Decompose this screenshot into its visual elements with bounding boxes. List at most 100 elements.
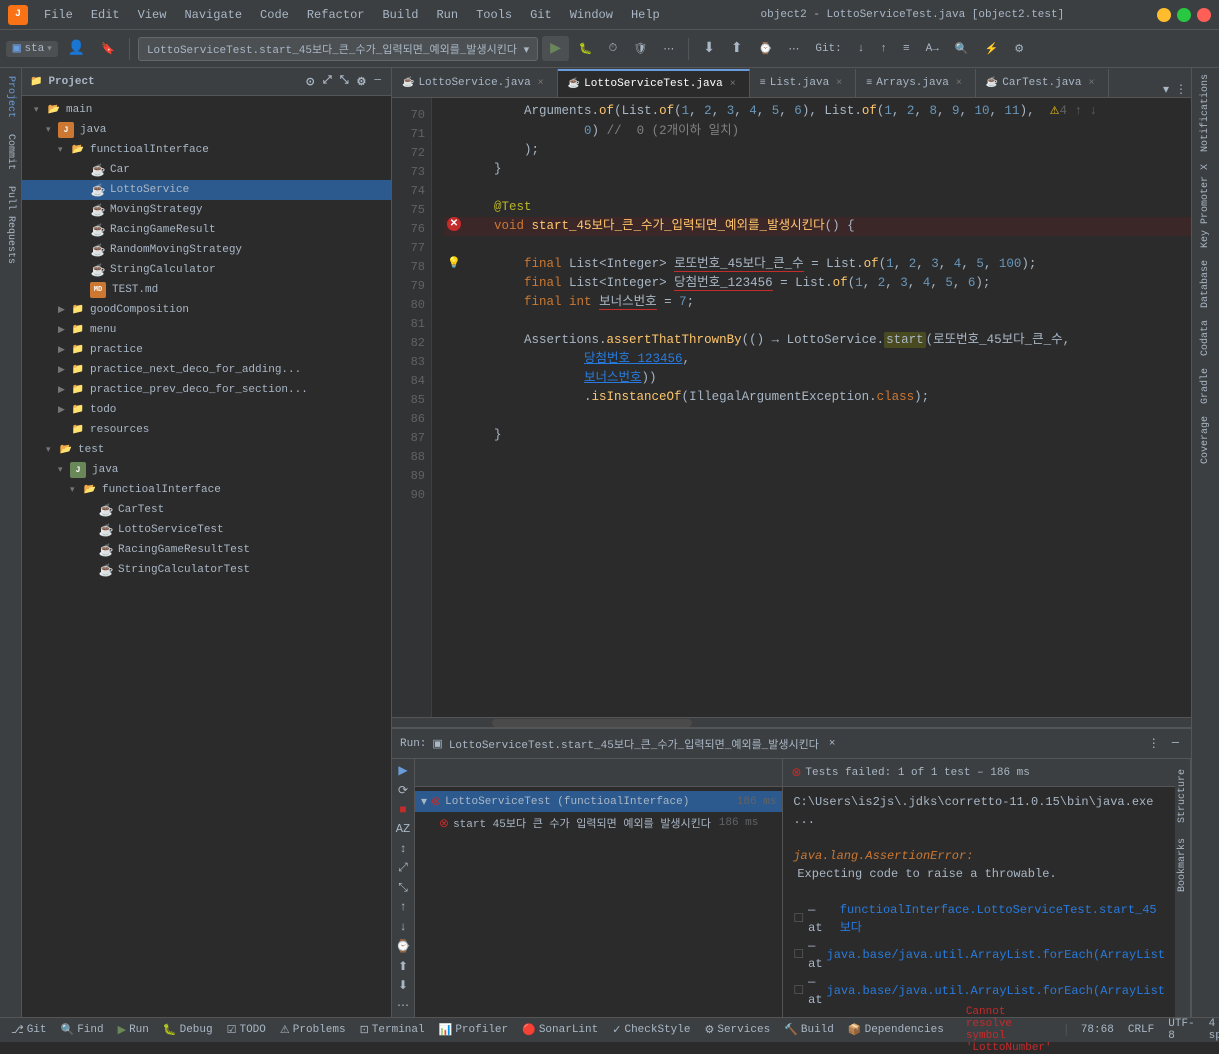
sb-profiler[interactable]: 📊 Profiler xyxy=(436,1023,512,1037)
tree-main[interactable]: ▾ 📂 main xyxy=(22,100,391,120)
tab-cartest-close[interactable]: × xyxy=(1086,77,1098,89)
sb-problems[interactable]: ⚠ Problems xyxy=(277,1023,349,1037)
sb-run[interactable]: ▶ Run xyxy=(115,1023,152,1037)
bookmarks-label[interactable]: Bookmarks xyxy=(1175,832,1190,898)
tree-stringcalctest[interactable]: ☕ StringCalculatorTest xyxy=(22,560,391,580)
menu-git[interactable]: Git xyxy=(522,5,560,25)
sb-spaces[interactable]: 4 spaces xyxy=(1206,1018,1219,1042)
run-more-icon[interactable]: ⋯ xyxy=(392,997,414,1013)
code-editor[interactable]: 70 71 72 73 74 75 76 77 78 79 80 81 82 8… xyxy=(392,98,1191,717)
tab-arrays[interactable]: ≡ Arrays.java × xyxy=(856,69,976,97)
tab-lottoservice-close[interactable]: × xyxy=(535,77,547,89)
tree-test-functioal[interactable]: ▾ 📂 functioalInterface xyxy=(22,480,391,500)
bulb-icon-78[interactable]: 💡 xyxy=(447,255,461,274)
run-config-dropdown[interactable]: LottoServiceTest.start_45보다_큰_수가_입력되면_예외… xyxy=(138,37,538,61)
minimize-button[interactable] xyxy=(1157,8,1171,22)
tab-down-arrow[interactable]: ▾ xyxy=(1163,82,1169,97)
sb-terminal[interactable]: ⊡ Terminal xyxy=(357,1023,428,1037)
run-minimize-icon[interactable]: ─ xyxy=(1168,734,1183,753)
run-up-icon[interactable]: ↑ xyxy=(392,900,414,916)
tree-cartest[interactable]: ☕ CarTest xyxy=(22,500,391,520)
run-rerun-all-icon[interactable]: ⟳ xyxy=(392,783,414,799)
tree-functioal[interactable]: ▾ 📂 functioalInterface xyxy=(22,140,391,160)
run-filter-icon[interactable]: AZ xyxy=(392,822,414,838)
tree-menu[interactable]: ▶ 📁 menu xyxy=(22,320,391,340)
profile-button[interactable]: ⏱ xyxy=(603,40,624,58)
tree-practiceprev[interactable]: ▶ 📁 practice_prev_deco_for_section... xyxy=(22,380,391,400)
project-selector[interactable]: ▣ sta ▾ xyxy=(6,41,58,57)
close-button[interactable] xyxy=(1197,8,1211,22)
menu-build[interactable]: Build xyxy=(374,5,426,25)
tree-practice[interactable]: ▶ 📁 practice xyxy=(22,340,391,360)
tree-racing[interactable]: ☕ RacingGameResult xyxy=(22,220,391,240)
test-case-1[interactable]: ⊗ start 45보다 큰 수가 입력되면 예외를 발생시킨다 186 ms xyxy=(415,812,782,834)
tab-lottoservice[interactable]: ☕ LottoService.java × xyxy=(392,69,558,97)
stack-link-3[interactable]: java.base/java.util.ArrayList.forEach(Ar… xyxy=(827,982,1165,1000)
translate-icon[interactable]: A→ xyxy=(920,40,945,58)
gradle-label[interactable]: Gradle xyxy=(1198,362,1213,410)
more-run-options[interactable]: ⋯ xyxy=(657,39,680,59)
structure-label[interactable]: Structure xyxy=(1175,763,1190,829)
tree-test[interactable]: ▾ 📂 test xyxy=(22,440,391,460)
vcs-history[interactable]: ⌚ xyxy=(753,39,779,59)
git-icon1[interactable]: ↓ xyxy=(852,40,871,58)
tree-lottoservicetest[interactable]: ☕ LottoServiceTest xyxy=(22,520,391,540)
coverage-button[interactable]: 🛡 xyxy=(627,39,653,59)
tree-car[interactable]: ☕ Car xyxy=(22,160,391,180)
tab-list-close[interactable]: × xyxy=(833,77,845,89)
commit-panel-toggle[interactable]: Commit xyxy=(2,126,19,178)
menu-tools[interactable]: Tools xyxy=(468,5,520,25)
tree-stringcalc[interactable]: ☕ StringCalculator xyxy=(22,260,391,280)
sb-build[interactable]: 🔨 Build xyxy=(781,1023,837,1037)
run-play-icon[interactable]: ▶ xyxy=(392,763,414,779)
user-icon[interactable]: 👤 xyxy=(62,37,91,60)
project-settings-icon[interactable]: ⚙ xyxy=(355,73,369,91)
maximize-button[interactable] xyxy=(1177,8,1191,22)
vcs-update[interactable]: ⬇ xyxy=(697,37,721,60)
run-button[interactable]: ▶ xyxy=(542,36,569,61)
menu-window[interactable]: Window xyxy=(562,5,621,25)
sb-encoding[interactable]: UTF-8 xyxy=(1165,1018,1197,1042)
tab-lottoservicetest-close[interactable]: × xyxy=(727,78,739,90)
run-collapse-icon[interactable]: ⤡ xyxy=(392,880,414,896)
project-expand-icon[interactable]: ⤢ xyxy=(321,73,334,91)
codata-label[interactable]: Codata xyxy=(1198,314,1213,362)
key-promoter-label[interactable]: Key Promoter X xyxy=(1198,158,1213,254)
sb-services[interactable]: ⚙ Services xyxy=(701,1023,773,1037)
menu-help[interactable]: Help xyxy=(623,5,668,25)
tree-test-java[interactable]: ▾ J java xyxy=(22,460,391,480)
tree-testmd[interactable]: MD TEST.md xyxy=(22,280,391,300)
run-dots-icon[interactable]: ⋮ xyxy=(1144,734,1164,753)
project-collapse-icon[interactable]: ⤡ xyxy=(338,73,351,91)
sb-debug[interactable]: 🐛 Debug xyxy=(160,1023,216,1037)
run-sort-icon[interactable]: ↕ xyxy=(392,841,414,857)
sb-checkstyle[interactable]: ✓ CheckStyle xyxy=(609,1023,693,1037)
notifications-label[interactable]: Notifications xyxy=(1198,68,1213,158)
menu-code[interactable]: Code xyxy=(252,5,297,25)
tab-more-icon[interactable]: ⋮ xyxy=(1175,82,1187,97)
tab-lottoservicetest[interactable]: ☕ LottoServiceTest.java × xyxy=(558,69,750,97)
tree-java[interactable]: ▾ J java xyxy=(22,120,391,140)
debug-button[interactable]: 🐛 xyxy=(573,39,599,59)
vcs-more[interactable]: ⋯ xyxy=(782,39,805,59)
tree-practicenext[interactable]: ▶ 📁 practice_next_deco_for_adding... xyxy=(22,360,391,380)
tree-goodcomp[interactable]: ▶ 📁 goodComposition xyxy=(22,300,391,320)
tree-lottoservice[interactable]: ☕ LottoService xyxy=(22,180,391,200)
tree-resources[interactable]: 📁 resources xyxy=(22,420,391,440)
tree-racingtest[interactable]: ☕ RacingGameResultTest xyxy=(22,540,391,560)
stack-link-2[interactable]: java.base/java.util.ArrayList.forEach(Ar… xyxy=(827,946,1165,964)
sb-todo[interactable]: ☑ TODO xyxy=(224,1023,269,1037)
project-minimize-icon[interactable]: ─ xyxy=(372,73,383,91)
tab-cartest[interactable]: ☕ CarTest.java × xyxy=(976,69,1109,97)
run-import-icon[interactable]: ⬇ xyxy=(392,978,414,994)
code-content[interactable]: Arguments.of(List.of(1, 2, 3, 4, 5, 6), … xyxy=(432,98,1191,717)
sb-git[interactable]: ⎇ Git xyxy=(8,1023,50,1037)
project-locate-icon[interactable]: ⊙ xyxy=(304,73,317,91)
menu-navigate[interactable]: Navigate xyxy=(176,5,250,25)
run-stop-icon[interactable]: ■ xyxy=(392,802,414,818)
search-icon[interactable]: 🔍 xyxy=(949,39,975,59)
tree-movingstrategy[interactable]: ☕ MovingStrategy xyxy=(22,200,391,220)
run-export-icon[interactable]: ⬆ xyxy=(392,958,414,974)
git-icon3[interactable]: ≡ xyxy=(897,40,916,58)
run-down-icon[interactable]: ↓ xyxy=(392,919,414,935)
